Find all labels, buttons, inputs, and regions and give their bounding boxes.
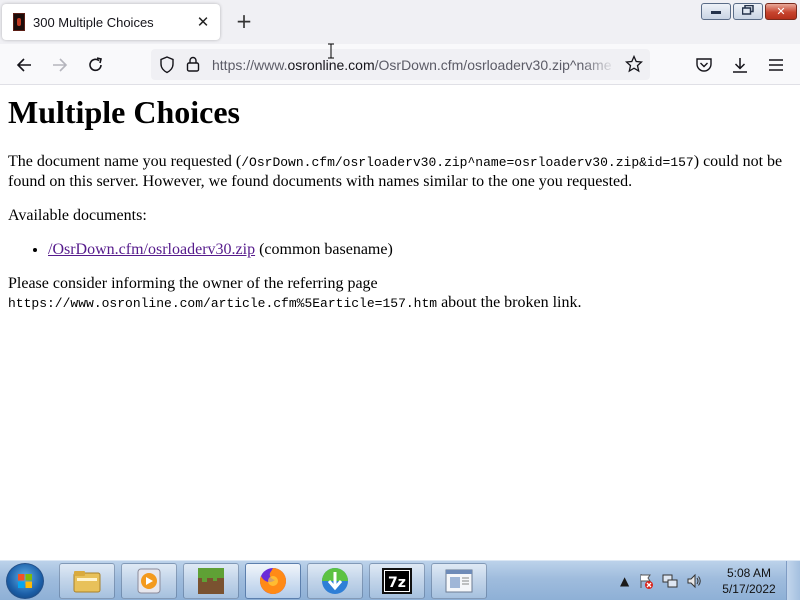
referrer-text-start: Please consider informing the owner of t… [8, 275, 378, 292]
taskbar-7zip[interactable]: 7z [369, 563, 425, 599]
system-tray: ▲ [620, 565, 702, 597]
new-tab-button[interactable]: + [233, 10, 255, 32]
pocket-icon [696, 58, 712, 72]
referrer-message: Please consider informing the owner of t… [8, 274, 792, 313]
navigation-toolbar: https://www.osronline.com/OsrDown.cfm/os… [0, 44, 800, 85]
taskbar: 7z ▲ 5:08 AM 5/17/2022 [0, 560, 800, 600]
forward-icon [53, 58, 68, 72]
list-item: /OsrDown.cfm/osrloaderv30.zip (common ba… [48, 240, 393, 259]
referring-page-url: https://www.osronline.com/article.cfm%5E… [8, 296, 438, 311]
show-hidden-icons-icon[interactable]: ▲ [620, 574, 629, 588]
taskbar-firefox[interactable] [245, 563, 301, 599]
forward-button[interactable] [48, 53, 72, 77]
folder-icon [73, 571, 101, 593]
windows-logo-icon [18, 574, 32, 588]
close-window-button[interactable]: ✕ [765, 3, 797, 20]
taskbar-media-player[interactable] [121, 563, 177, 599]
document-note: (common basename) [255, 241, 393, 258]
referrer-text-end: about the broken link. [437, 294, 582, 311]
documents-list: /OsrDown.cfm/osrloaderv30.zip (common ba… [48, 240, 393, 259]
url-path: /OsrDown.cfm/osrloaderv30.zip^name=osrlo… [374, 57, 612, 73]
minecraft-icon [198, 568, 224, 594]
tab-strip: 300 Multiple Choices ✕ + ✕ [0, 0, 800, 44]
download-manager-icon [322, 568, 348, 594]
url-host: osronline.com [287, 57, 375, 73]
reload-icon [89, 57, 102, 72]
close-icon: ✕ [776, 5, 786, 18]
bookmark-star-icon[interactable] [625, 55, 643, 73]
system-clock[interactable]: 5:08 AM 5/17/2022 [718, 565, 780, 597]
minimize-icon [711, 6, 721, 17]
media-player-icon [137, 568, 161, 594]
firefox-icon [260, 568, 286, 594]
minimize-button[interactable] [701, 3, 731, 20]
back-icon [16, 58, 31, 72]
svg-text:7z: 7z [388, 575, 406, 591]
start-button[interactable] [6, 563, 44, 599]
url-prefix: https://www. [212, 57, 288, 73]
text-cursor-icon [328, 43, 334, 59]
taskbar-download-manager[interactable] [307, 563, 363, 599]
back-button[interactable] [12, 53, 36, 77]
requested-document-name: /OsrDown.cfm/osrloaderv30.zip^name=osrlo… [241, 155, 694, 170]
pocket-button[interactable] [692, 53, 716, 77]
taskbar-minecraft[interactable] [183, 563, 239, 599]
taskbar-window[interactable] [431, 563, 487, 599]
error-message: The document name you requested (/OsrDow… [8, 152, 792, 191]
clock-time: 5:08 AM [726, 566, 772, 580]
clock-date: 5/17/2022 [722, 582, 776, 596]
site-favicon-icon [13, 13, 25, 31]
url-text[interactable]: https://www.osronline.com/OsrDown.cfm/os… [212, 57, 612, 73]
reload-button[interactable] [84, 53, 108, 77]
browser-tab[interactable]: 300 Multiple Choices ✕ [2, 4, 220, 40]
7zip-icon: 7z [382, 568, 412, 594]
shield-icon[interactable] [159, 56, 175, 74]
tab-close-button[interactable]: ✕ [192, 13, 214, 31]
window-icon [445, 569, 473, 593]
download-icon [733, 58, 747, 73]
action-center-flag-icon[interactable] [638, 573, 654, 589]
lock-icon[interactable] [186, 55, 200, 73]
app-menu-button[interactable] [764, 53, 788, 77]
document-link[interactable]: /OsrDown.cfm/osrloaderv30.zip [48, 241, 255, 258]
taskbar-explorer[interactable] [59, 563, 115, 599]
restore-button[interactable] [733, 3, 763, 20]
downloads-button[interactable] [728, 53, 752, 77]
address-bar[interactable]: https://www.osronline.com/OsrDown.cfm/os… [151, 49, 650, 80]
restore-icon [741, 4, 754, 18]
page-heading: Multiple Choices [8, 94, 240, 130]
message-text-start: The document name you requested ( [8, 153, 242, 170]
url-fade [581, 53, 616, 75]
menu-icon [769, 59, 783, 71]
volume-icon[interactable] [686, 573, 702, 589]
network-icon[interactable] [662, 573, 678, 589]
available-documents-label: Available documents: [8, 207, 147, 224]
page-content: Multiple Choices The document name you r… [8, 90, 792, 311]
show-desktop-button[interactable] [786, 561, 800, 600]
tab-title: 300 Multiple Choices [33, 14, 154, 30]
